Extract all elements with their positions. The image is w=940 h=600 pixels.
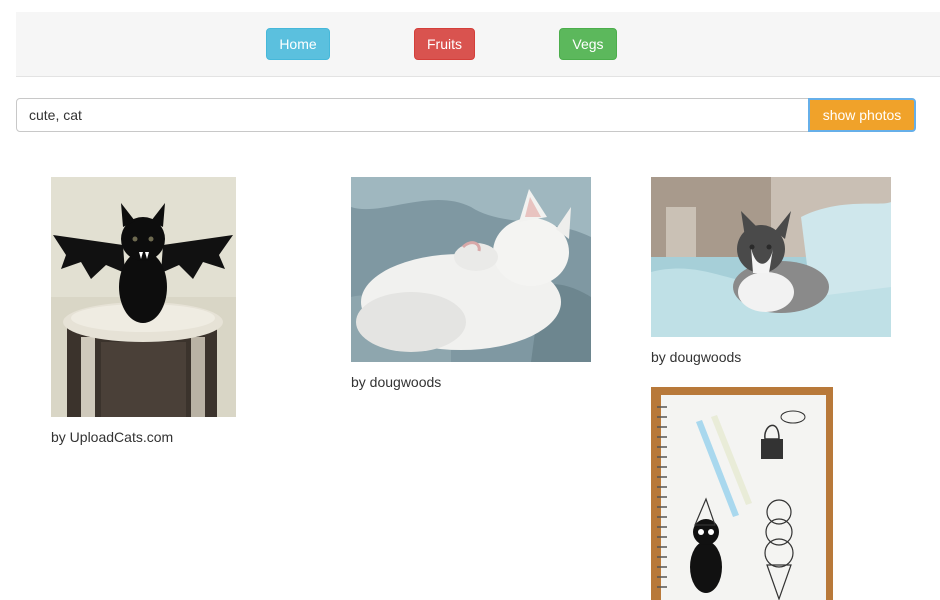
show-photos-button[interactable]: show photos: [808, 98, 916, 132]
photo-image-white-cat[interactable]: [351, 177, 591, 362]
fruits-button[interactable]: Fruits: [414, 28, 475, 60]
photo-card: by dougwoods: [651, 177, 891, 367]
home-button[interactable]: Home: [266, 28, 330, 60]
photo-card: by dougwoods: [351, 177, 591, 392]
photo-caption: by UploadCats.com: [51, 429, 174, 445]
photo-image-bat-kitten[interactable]: [51, 177, 236, 417]
photo-caption: by dougwoods: [651, 349, 742, 365]
photo-image-sketchbook[interactable]: [651, 387, 833, 600]
search-bar: show photos: [16, 98, 916, 132]
photo-caption: by dougwoods: [351, 374, 442, 390]
photo-image-kitten-blanket[interactable]: [651, 177, 891, 337]
search-input[interactable]: [16, 98, 810, 132]
vegs-button[interactable]: Vegs: [559, 28, 617, 60]
photo-card: [651, 387, 833, 600]
photo-card: by UploadCats.com: [51, 177, 236, 447]
navbar: Home Fruits Vegs: [16, 12, 940, 77]
